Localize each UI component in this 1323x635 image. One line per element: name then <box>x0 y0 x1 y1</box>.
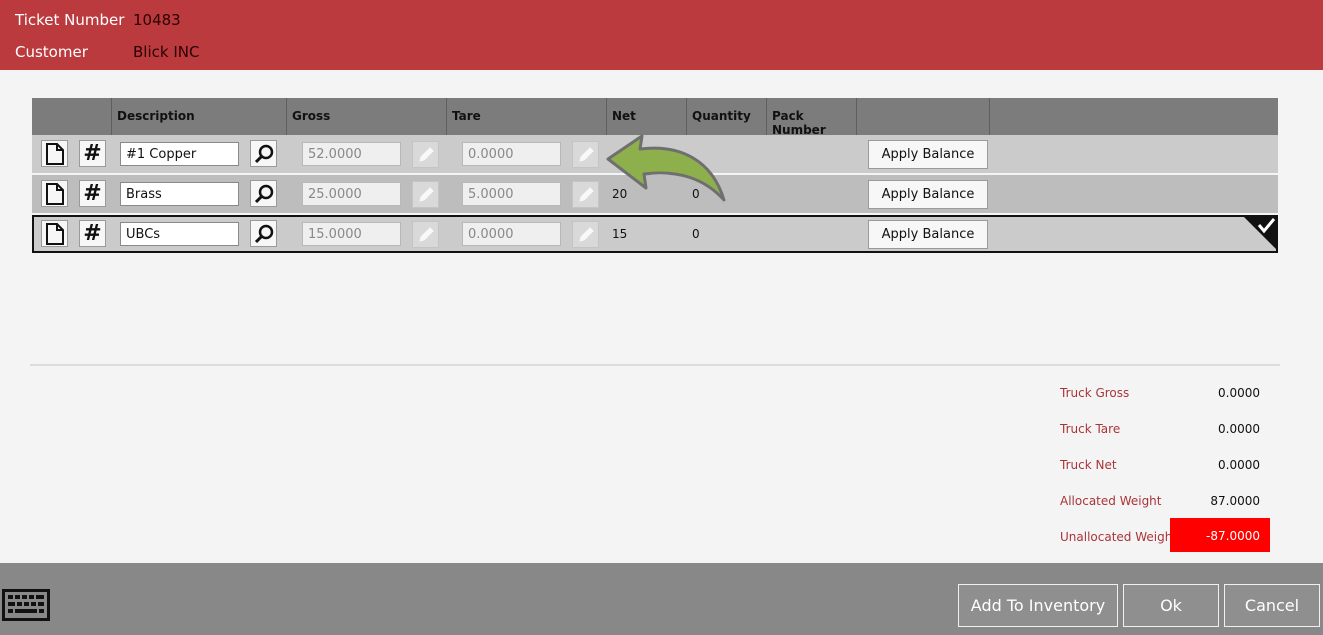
add-to-inventory-button[interactable]: Add To Inventory <box>958 584 1118 627</box>
customer-value: Blick INC <box>133 43 200 61</box>
column-description[interactable]: Description <box>111 98 286 135</box>
truck-tare-label: Truck Tare <box>1060 422 1121 436</box>
hash-icon: # <box>83 140 102 166</box>
document-icon <box>45 222 64 245</box>
edit-tare-button[interactable] <box>572 141 599 168</box>
search-button[interactable] <box>250 180 277 207</box>
new-document-button[interactable] <box>41 220 68 247</box>
unallocated-weight-value: -87.0000 <box>1206 529 1260 543</box>
gross-input[interactable] <box>302 142 401 166</box>
search-icon <box>254 144 273 163</box>
column-quantity[interactable]: Quantity <box>686 98 766 135</box>
pencil-icon <box>578 226 594 242</box>
truck-tare-value: 0.0000 <box>1218 422 1260 436</box>
tare-input[interactable] <box>462 182 561 206</box>
truck-gross-value: 0.0000 <box>1218 386 1260 400</box>
hash-icon: # <box>83 180 102 206</box>
allocated-weight-label: Allocated Weight <box>1060 494 1162 508</box>
description-input[interactable] <box>120 142 239 166</box>
checkmark-icon <box>1242 215 1278 251</box>
column-net[interactable]: Net <box>606 98 686 135</box>
net-value: 15 <box>612 227 628 241</box>
document-icon <box>45 142 64 165</box>
edit-gross-button[interactable] <box>412 141 439 168</box>
unallocated-weight-label: Unallocated Weight <box>1060 530 1178 544</box>
allocated-weight-value: 87.0000 <box>1210 494 1260 508</box>
cancel-button[interactable]: Cancel <box>1224 584 1320 627</box>
truck-net-value: 0.0000 <box>1218 458 1260 472</box>
edit-tare-button[interactable] <box>572 221 599 248</box>
edit-gross-button[interactable] <box>412 181 439 208</box>
pencil-icon <box>418 146 434 162</box>
pencil-icon <box>418 186 434 202</box>
truck-net-label: Truck Net <box>1060 458 1117 472</box>
document-icon <box>45 182 64 205</box>
line-items-grid: Description Gross Tare Net Quantity Pack… <box>32 98 1278 253</box>
new-document-button[interactable] <box>41 140 68 167</box>
apply-balance-button[interactable]: Apply Balance <box>868 140 988 169</box>
pencil-icon <box>578 146 594 162</box>
ok-button[interactable]: Ok <box>1123 584 1219 627</box>
ticket-number-label: Ticket Number <box>15 11 125 29</box>
gross-input[interactable] <box>302 182 401 206</box>
search-button[interactable] <box>250 140 277 167</box>
column-tare[interactable]: Tare <box>446 98 606 135</box>
pencil-icon <box>418 226 434 242</box>
column-gross[interactable]: Gross <box>286 98 446 135</box>
search-icon <box>254 184 273 203</box>
grid-header: Description Gross Tare Net Quantity Pack… <box>32 98 1278 137</box>
search-icon <box>254 224 273 243</box>
pencil-icon <box>578 186 594 202</box>
gross-input[interactable] <box>302 222 401 246</box>
edit-tare-button[interactable] <box>572 181 599 208</box>
unallocated-weight-badge: -87.0000 <box>1170 518 1270 552</box>
search-button[interactable] <box>250 220 277 247</box>
customer-label: Customer <box>15 43 88 61</box>
quantity-value: 0 <box>692 227 700 241</box>
truck-gross-label: Truck Gross <box>1060 386 1130 400</box>
column-pack-number[interactable]: Pack Number <box>766 98 856 137</box>
column-actions <box>856 98 989 135</box>
section-divider <box>30 364 1280 366</box>
description-input[interactable] <box>120 222 239 246</box>
edit-gross-button[interactable] <box>412 221 439 248</box>
hash-icon: # <box>83 220 102 246</box>
hash-button[interactable]: # <box>79 220 106 247</box>
column-spacer <box>989 98 1278 135</box>
annotation-arrow-icon <box>606 134 726 202</box>
keyboard-icon[interactable] <box>2 589 50 621</box>
new-document-button[interactable] <box>41 180 68 207</box>
footer-bar: Add To Inventory Ok Cancel <box>0 563 1323 635</box>
ticket-number-value: 10483 <box>133 11 181 29</box>
tare-input[interactable] <box>462 222 561 246</box>
ticket-header: Ticket Number 10483 Customer Blick INC <box>0 0 1323 70</box>
hash-button[interactable]: # <box>79 140 106 167</box>
tare-input[interactable] <box>462 142 561 166</box>
apply-balance-button[interactable]: Apply Balance <box>868 220 988 249</box>
table-row-selected[interactable]: # 15 0 Apply Balance <box>32 215 1278 253</box>
description-input[interactable] <box>120 182 239 206</box>
apply-balance-button[interactable]: Apply Balance <box>868 180 988 209</box>
hash-button[interactable]: # <box>79 180 106 207</box>
